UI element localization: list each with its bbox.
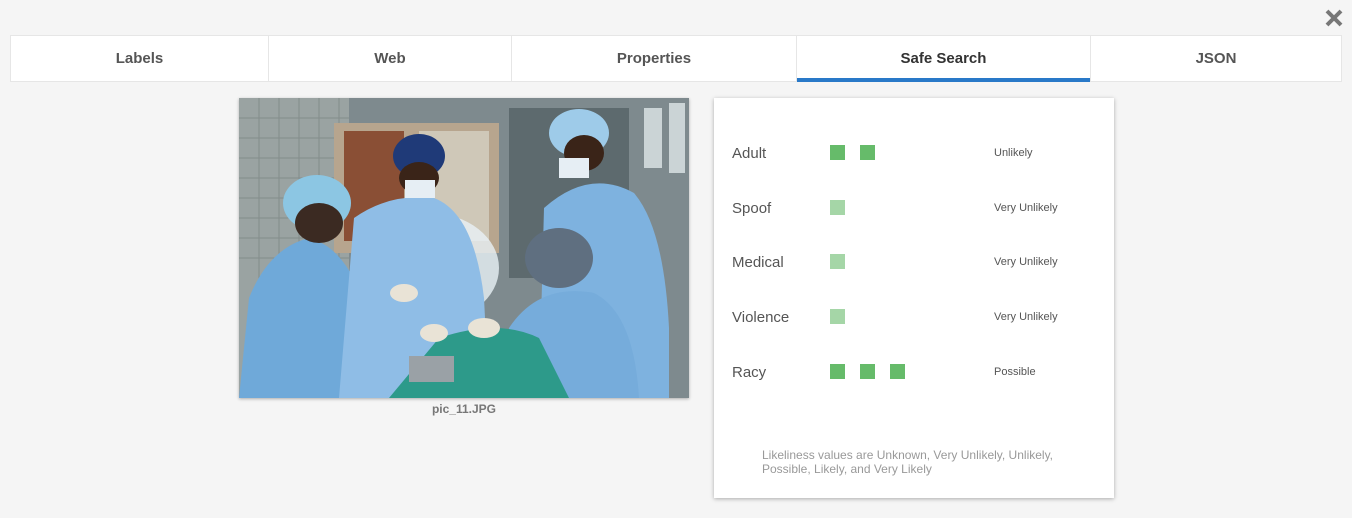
row-value: Very Unlikely [994, 256, 1058, 268]
row-label: Violence [732, 309, 790, 326]
row-value: Unlikely [994, 147, 1033, 159]
likelihood-square [830, 200, 845, 215]
image-caption: pic_11.JPG [431, 402, 497, 416]
safe-search-row-racy: Racy Possible [732, 362, 1102, 382]
row-value: Very Unlikely [994, 311, 1058, 323]
tab-safe-search[interactable]: Safe Search [797, 36, 1091, 82]
tab-labels[interactable]: Labels [11, 36, 269, 81]
likelihood-square [830, 364, 845, 379]
safe-search-row-spoof: Spoof Very Unlikely [732, 198, 1102, 218]
tab-json[interactable]: JSON [1091, 36, 1341, 81]
row-label: Spoof [732, 200, 772, 217]
likelihood-square [830, 309, 845, 324]
tab-web[interactable]: Web [269, 36, 512, 81]
row-label: Racy [732, 364, 767, 381]
safe-search-row-medical: Medical Very Unlikely [732, 252, 1102, 272]
tab-properties[interactable]: Properties [512, 36, 797, 81]
likelihood-square [860, 364, 875, 379]
likeliness-note: Likeliness values are Unknown, Very Unli… [762, 448, 1054, 476]
safe-search-card: Adult Unlikely Spoof Very Unlikely Medic… [714, 98, 1114, 498]
row-value: Possible [994, 366, 1036, 378]
safe-search-row-violence: Violence Very Unlikely [732, 307, 1102, 327]
tab-bar: Labels Web Properties Safe Search JSON [10, 35, 1342, 82]
likelihood-square [830, 145, 845, 160]
likelihood-square [860, 145, 875, 160]
likelihood-square [890, 364, 905, 379]
analyzed-image [239, 98, 689, 398]
row-value: Very Unlikely [994, 202, 1058, 214]
safe-search-row-adult: Adult Unlikely [732, 143, 1102, 163]
row-label: Adult [732, 145, 767, 162]
close-icon[interactable] [1322, 6, 1346, 30]
row-label: Medical [732, 254, 784, 271]
likelihood-square [830, 254, 845, 269]
